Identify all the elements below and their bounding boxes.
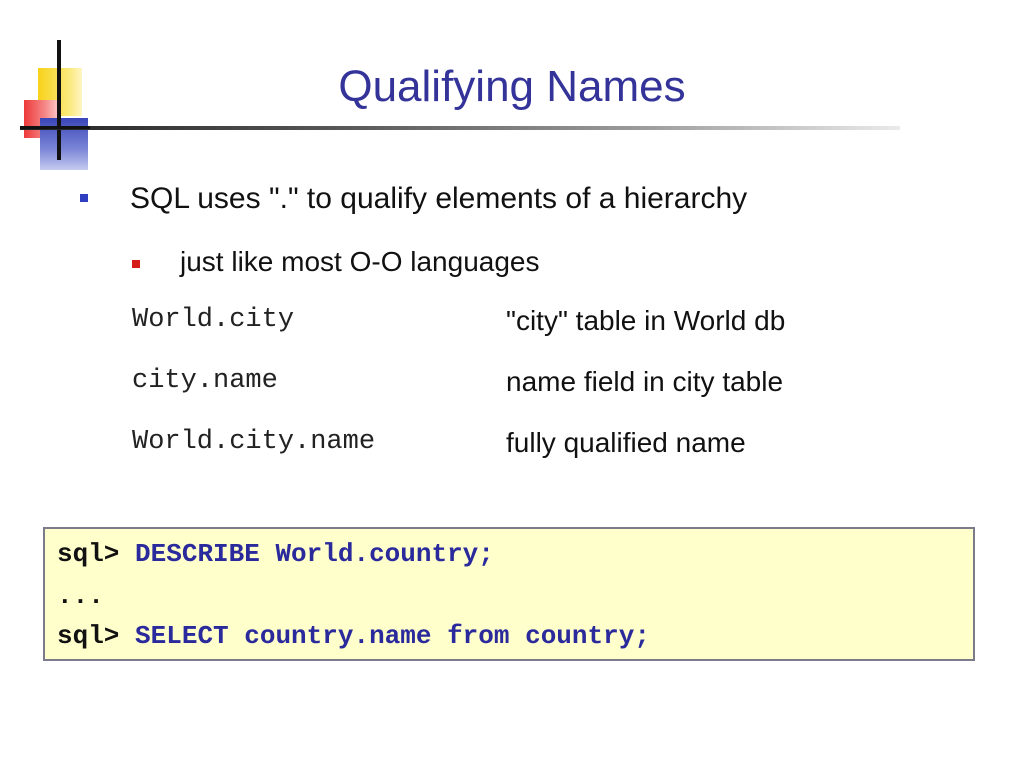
slide-title: Qualifying Names — [338, 62, 686, 111]
sql-prompt: sql> — [57, 621, 120, 651]
code-line: ... — [57, 581, 104, 611]
logo-horizontal-line — [20, 126, 90, 129]
code-line: sql> SELECT country.name from country; — [57, 621, 650, 651]
qualified-name-description: "city" table in World db — [506, 305, 786, 336]
square-bullet-icon — [80, 194, 88, 202]
sql-command: DESCRIBE World.country; — [135, 539, 494, 569]
qualified-name-code: World.city — [132, 305, 295, 335]
slide: Qualifying Names SQL uses "." to qualify… — [0, 0, 1024, 768]
square-bullet-icon — [132, 260, 140, 268]
qualified-name-description: fully qualified name — [506, 427, 746, 458]
bullet-text: just like most O-O languages — [180, 246, 540, 277]
code-line: sql> DESCRIBE World.country; — [57, 539, 494, 569]
qualified-name-code: World.city.name — [132, 427, 376, 457]
qualified-name-description: name field in city table — [506, 366, 784, 397]
sql-command: SELECT country.name from country; — [135, 621, 650, 651]
qualified-name-code: city.name — [132, 366, 278, 396]
title-underline — [20, 126, 900, 130]
sql-prompt: sql> — [57, 539, 120, 569]
bullet-text: SQL uses "." to qualify elements of a hi… — [130, 182, 748, 215]
sql-continuation: ... — [57, 581, 104, 611]
sql-code-block: sql> DESCRIBE World.country; ... sql> SE… — [43, 527, 975, 661]
